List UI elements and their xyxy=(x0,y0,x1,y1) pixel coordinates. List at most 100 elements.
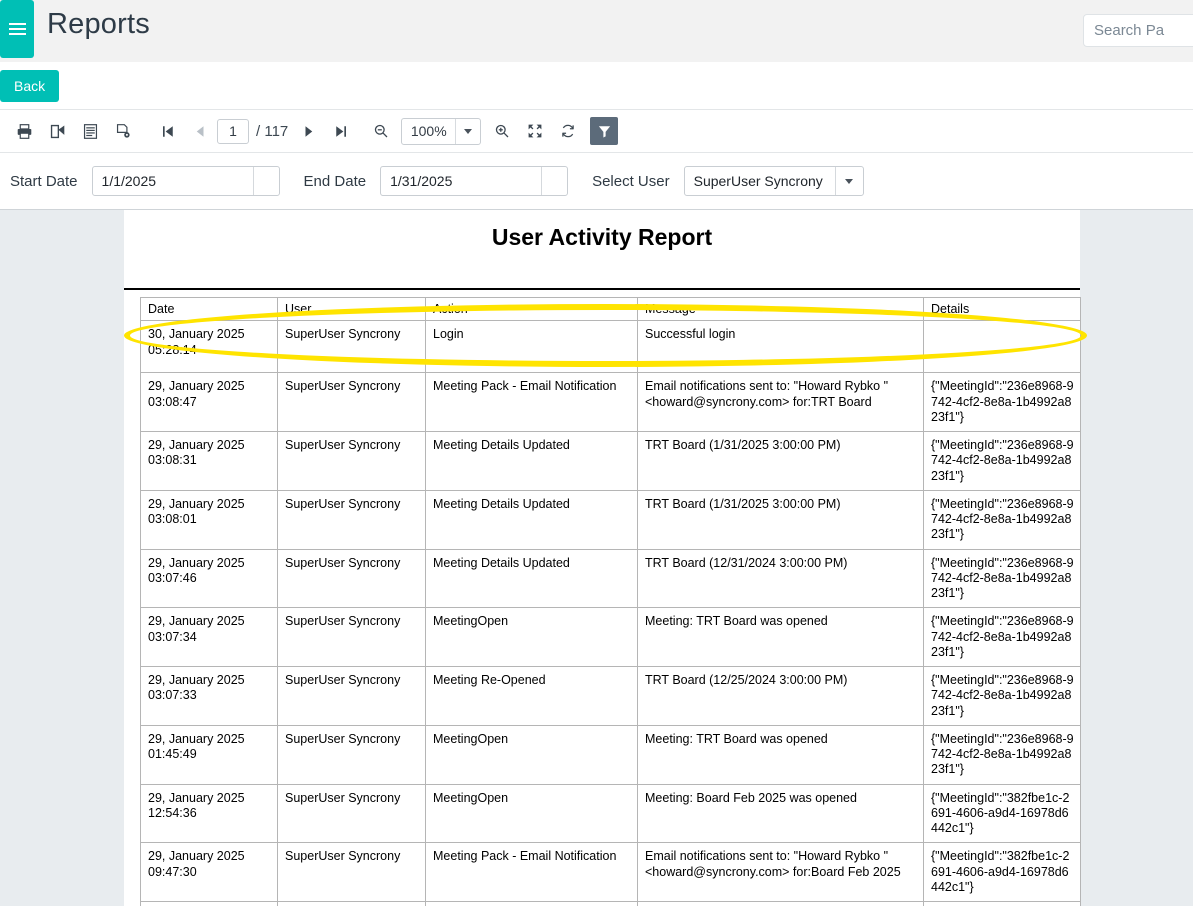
cell-date: 29, January 2025 03:07:46 xyxy=(140,548,278,609)
cell-action: MeetingOpen xyxy=(425,783,638,844)
next-page-button[interactable] xyxy=(292,116,325,146)
cell-date: 29, January 2025 09:47:30 xyxy=(140,842,278,902)
column-header-date: Date xyxy=(140,296,278,322)
cell-details: {"MeetingId":"236e8968-9742-4cf2-8e8a-1b… xyxy=(923,666,1081,726)
cell-user: SuperUser Syncrony xyxy=(277,548,426,609)
select-user-label: Select User xyxy=(592,172,670,190)
start-date-calendar-icon[interactable] xyxy=(252,167,279,195)
cell-action: MeetingOpen xyxy=(425,607,638,667)
cell-details: {"MeetingId":"382fbe1c-2691-4606-a9d4-16… xyxy=(923,842,1081,902)
zoom-in-button[interactable] xyxy=(485,116,518,146)
start-date-field[interactable] xyxy=(91,166,280,196)
cell-user: SuperUser Syncrony xyxy=(277,724,426,785)
table-row: 29, January 2025 09:47:30 SuperUser Syncr… xyxy=(140,842,1081,902)
cell-date: 29, January 2025 01:45:49 xyxy=(140,724,278,785)
cell-message: TRT Board (1/31/2025 3:00:00 PM) xyxy=(637,431,924,491)
document-button[interactable] xyxy=(74,116,107,146)
cell-details: {"MeetingId":"236e8968-9742-4cf2-8e8a-1b… xyxy=(923,431,1081,491)
back-bar: Back xyxy=(0,62,1193,110)
document-settings-button[interactable] xyxy=(107,116,140,146)
cell-message: Meeting: TRT Board was opened xyxy=(637,607,924,667)
last-page-button[interactable] xyxy=(325,116,358,146)
cell-date: 29, January 2025 03:08:01 xyxy=(140,489,278,550)
prev-page-icon xyxy=(196,125,204,137)
cell-date: 29, January 2025 09:34:12 xyxy=(140,901,278,906)
zoom-dropdown-toggle[interactable] xyxy=(455,118,480,144)
cell-action: Meeting Pack - Email Notification xyxy=(425,842,638,902)
cell-details xyxy=(923,320,1081,374)
fit-page-button[interactable] xyxy=(518,116,551,146)
table-row: 29, January 2025 03:08:47 SuperUser Syncr… xyxy=(140,372,1081,432)
cell-details: {"MeetingId":"236e8968-9742-4cf2-8e8a-1b… xyxy=(923,489,1081,550)
start-date-input[interactable] xyxy=(92,167,253,195)
refresh-icon xyxy=(561,124,574,138)
document-settings-icon xyxy=(116,123,130,138)
table-row: 30, January 2025 05:28:14 SuperUser Syncr… xyxy=(140,320,1081,374)
table-row: 29, January 2025 12:54:36 SuperUser Syncr… xyxy=(140,783,1081,844)
table-row: 29, January 2025 03:08:31 SuperUser Syncr… xyxy=(140,431,1081,491)
zoom-out-icon xyxy=(374,124,388,138)
cell-user: SuperUser Syncrony xyxy=(277,607,426,667)
table-row: 29, January 2025 03:07:46 SuperUser Syncr… xyxy=(140,548,1081,609)
column-header-details: Details xyxy=(923,296,1081,322)
cell-action: MeetingOpen xyxy=(425,901,638,906)
export-button[interactable] xyxy=(41,116,74,146)
report-viewer-toolbar: / 117 100% xyxy=(0,110,1193,153)
user-select-dropdown[interactable]: SuperUser Syncrony xyxy=(683,166,864,196)
column-header-user: User xyxy=(277,296,426,322)
zoom-out-button[interactable] xyxy=(364,116,397,146)
end-date-label: End Date xyxy=(303,172,367,190)
cell-action: Login xyxy=(425,320,638,374)
end-date-input[interactable] xyxy=(381,167,542,195)
cell-details: {"MeetingId":"382fbe1c-2691-4606-a9d4-16… xyxy=(923,783,1081,844)
page-total-label: / 117 xyxy=(256,122,289,140)
search-input[interactable] xyxy=(1083,14,1193,47)
table-row: 29, January 2025 01:45:49 SuperUser Syncr… xyxy=(140,724,1081,785)
user-activity-table: Date User Action Message Details 30, Jan… xyxy=(140,296,1081,906)
table-row: 29, January 2025 03:07:34 SuperUser Syncr… xyxy=(140,607,1081,667)
end-date-calendar-icon[interactable] xyxy=(541,167,568,195)
cell-message: TRT Board (12/25/2024 3:00:00 PM) xyxy=(637,666,924,726)
cell-details: {"MeetingId":"236e8968-9742-4cf2-8e8a-1b… xyxy=(923,548,1081,609)
app-header: Reports xyxy=(0,0,1193,62)
cell-message: Meeting: Board Feb 2025 was opened xyxy=(637,901,924,906)
cell-message: Meeting: Board Feb 2025 was opened xyxy=(637,783,924,844)
first-page-icon xyxy=(163,125,173,137)
report-title: User Activity Report xyxy=(491,224,713,250)
first-page-button[interactable] xyxy=(151,116,184,146)
page-number-input[interactable] xyxy=(217,118,249,144)
cell-details: {"MeetingId":"382fbe1c-2691-4606-a9d4-16… xyxy=(923,901,1081,906)
cell-action: Meeting Re-Opened xyxy=(425,666,638,726)
zoom-level-select[interactable]: 100% xyxy=(401,117,482,145)
cell-action: Meeting Details Updated xyxy=(425,431,638,491)
cell-action: Meeting Pack - Email Notification xyxy=(425,372,638,432)
column-header-action: Action xyxy=(425,296,638,322)
refresh-button[interactable] xyxy=(551,116,584,146)
hamburger-menu-button[interactable] xyxy=(0,0,34,58)
filter-button[interactable] xyxy=(590,117,619,145)
cell-user: SuperUser Syncrony xyxy=(277,431,426,491)
chevron-down-icon xyxy=(464,128,473,134)
cell-details: {"MeetingId":"236e8968-9742-4cf2-8e8a-1b… xyxy=(923,724,1081,785)
cell-user: SuperUser Syncrony xyxy=(277,666,426,726)
cell-date: 29, January 2025 03:08:31 xyxy=(140,431,278,491)
cell-details: {"MeetingId":"236e8968-9742-4cf2-8e8a-1b… xyxy=(923,372,1081,432)
cell-user: SuperUser Syncrony xyxy=(277,842,426,902)
cell-details: {"MeetingId":"236e8968-9742-4cf2-8e8a-1b… xyxy=(923,607,1081,667)
prev-page-button[interactable] xyxy=(184,116,217,146)
user-select-value: SuperUser Syncrony xyxy=(693,173,823,189)
title-divider xyxy=(124,288,1080,290)
cell-message: TRT Board (1/31/2025 3:00:00 PM) xyxy=(637,489,924,550)
table-row: 29, January 2025 09:34:12SuperUser Syncr… xyxy=(140,901,1081,906)
cell-date: 29, January 2025 03:07:34 xyxy=(140,607,278,667)
end-date-field[interactable] xyxy=(380,166,569,196)
report-parameters-bar: Start Date End Date Select User SuperUse… xyxy=(0,153,1193,210)
cell-action: MeetingOpen xyxy=(425,724,638,785)
cell-message: Meeting: TRT Board was opened xyxy=(637,724,924,785)
back-button[interactable]: Back xyxy=(0,69,60,102)
report-canvas: User Activity Report Date User Action Me… xyxy=(0,210,1193,906)
print-button[interactable] xyxy=(8,116,41,146)
user-select-toggle[interactable] xyxy=(834,167,863,195)
zoom-level-value: 100% xyxy=(410,123,447,139)
table-row: 29, January 2025 03:07:33 SuperUser Syncr… xyxy=(140,666,1081,726)
